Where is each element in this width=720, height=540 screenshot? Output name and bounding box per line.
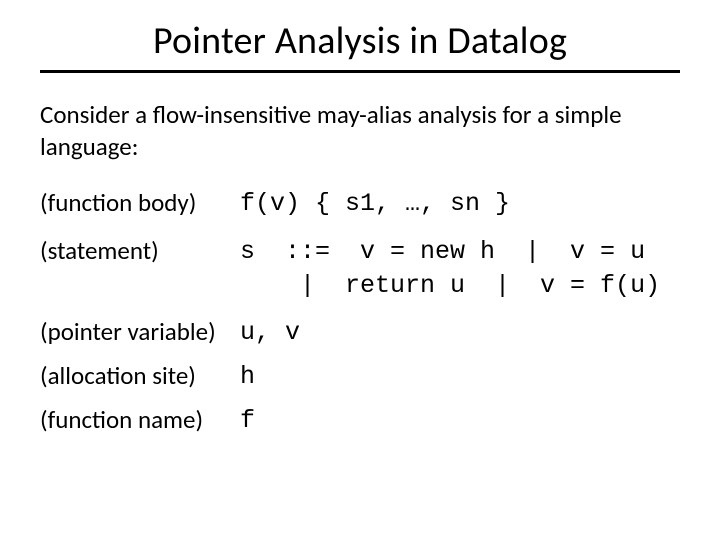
grammar-rhs: u, v <box>240 316 680 350</box>
grammar-block: (function body) f(v) { s1, …, sn } (stat… <box>40 187 680 438</box>
grammar-label: (pointer variable) <box>40 316 240 347</box>
grammar-label: (function body) <box>40 187 240 218</box>
slide: Pointer Analysis in Datalog Consider a f… <box>0 0 720 540</box>
grammar-label: (statement) <box>40 235 240 266</box>
grammar-row-statement: (statement) s ::= v = new h | v = u | re… <box>40 235 680 303</box>
intro-text: Consider a flow-insensitive may-alias an… <box>40 99 680 163</box>
grammar-tight-group: (pointer variable) u, v (allocation site… <box>40 316 680 437</box>
grammar-row-allocation-site: (allocation site) h <box>40 360 680 394</box>
slide-title: Pointer Analysis in Datalog <box>40 18 680 64</box>
grammar-row-pointer-variable: (pointer variable) u, v <box>40 316 680 350</box>
grammar-row-function-body: (function body) f(v) { s1, …, sn } <box>40 187 680 221</box>
grammar-rhs: h <box>240 360 680 394</box>
grammar-rhs: s ::= v = new h | v = u | return u | v =… <box>240 235 680 303</box>
grammar-rhs: f <box>240 404 680 438</box>
grammar-label: (function name) <box>40 404 240 435</box>
grammar-row-function-name: (function name) f <box>40 404 680 438</box>
grammar-rhs: f(v) { s1, …, sn } <box>240 187 680 221</box>
title-rule <box>40 70 680 73</box>
grammar-label: (allocation site) <box>40 360 240 391</box>
